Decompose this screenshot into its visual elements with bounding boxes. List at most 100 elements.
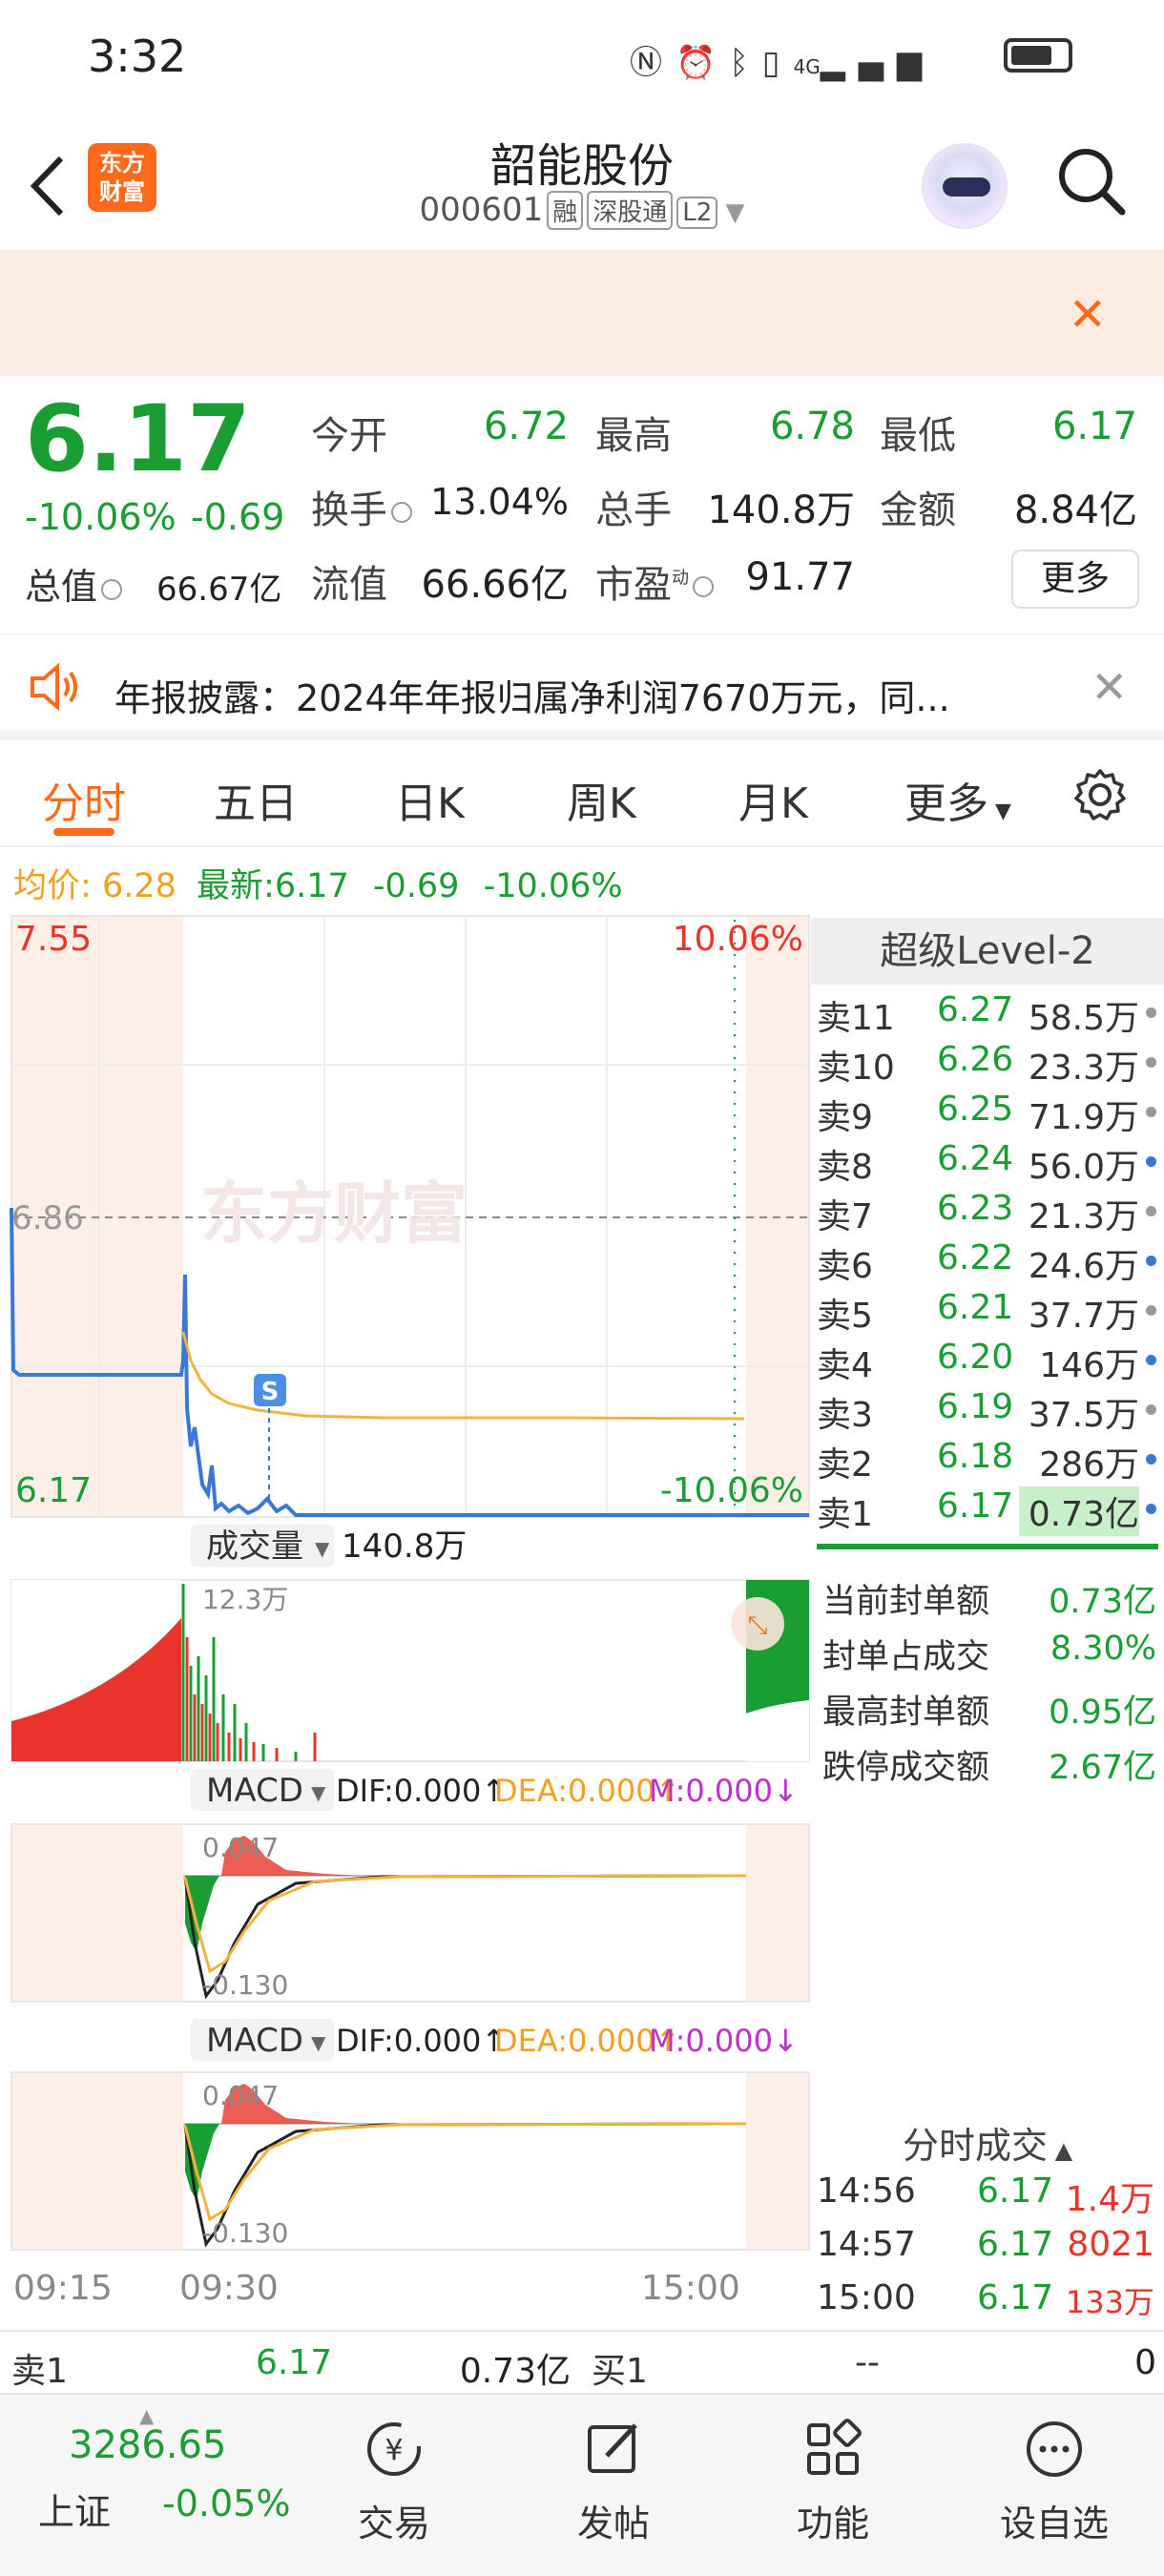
ask-level: 卖10	[817, 1049, 895, 1088]
caret-down-icon: ▼	[315, 1537, 330, 1560]
macd1-top-label: 0.047	[202, 1832, 279, 1863]
tag-l2: L2	[676, 197, 718, 229]
tab-intraday[interactable]: 分时	[42, 769, 126, 830]
close-icon[interactable]: ✕	[1091, 661, 1128, 713]
caret-down-icon: ▼	[311, 1781, 326, 1804]
tab-five-day[interactable]: 五日	[214, 769, 298, 830]
collapse-arrows-icon: ⤡	[748, 1611, 768, 1640]
price-summary-line: 均价: 6.28 最新:6.17 -0.69 -10.06%	[13, 867, 623, 905]
mktcap-value: 66.67亿	[156, 571, 282, 609]
nav-trade[interactable]: ¥ 交易	[322, 2418, 466, 2546]
sell-buy-row: 卖1 6.17 0.73亿 买1 -- 0	[0, 2330, 1164, 2395]
macd2-post-shade	[746, 2072, 809, 2250]
ad-banner[interactable]: ✕	[0, 250, 1164, 376]
assistant-robot-icon[interactable]	[922, 143, 1008, 229]
buy1-price: --	[855, 2343, 880, 2382]
close-icon[interactable]: ✕	[1069, 288, 1107, 342]
ask-row[interactable]: 卖6 6.22 24.6万	[811, 1235, 1164, 1286]
open-label: 今开	[311, 414, 387, 458]
gear-icon[interactable]	[1072, 767, 1128, 822]
ask-volume: 58.5万	[1028, 999, 1139, 1038]
news-bar[interactable]: 年报披露：2024年年报归属净利润7670万元，同... ✕	[0, 634, 1164, 740]
mktcap-label[interactable]: 总值	[25, 557, 123, 610]
index-change: -0.05%	[162, 2483, 291, 2524]
index-value[interactable]: 3286.65	[69, 2423, 226, 2467]
ticks-header[interactable]: 分时成交 ▲	[811, 2116, 1164, 2169]
stat-value: 0.95亿	[1049, 1693, 1156, 1732]
s-marker-label: S	[261, 1378, 280, 1406]
ask-row[interactable]: 卖9 6.25 71.9万	[811, 1086, 1164, 1137]
pe-value: 91.77	[745, 555, 855, 599]
tick-vol: 8021	[1067, 2225, 1154, 2264]
ask-price: 6.20	[937, 1338, 1014, 1377]
order-dot-icon	[1146, 1454, 1156, 1465]
sell1-label: 卖1	[11, 2352, 68, 2391]
pe-label[interactable]: 市盈动	[595, 553, 714, 609]
intraday-chart[interactable]: 东方财富 7.55 10.06% 6.86 6.17 -10.06% S 成交量…	[0, 912, 811, 2324]
ask-row[interactable]: 卖4 6.20 146万	[811, 1334, 1164, 1385]
more-dots-icon	[1027, 2421, 1082, 2477]
vibrate-icon: ▯	[761, 44, 794, 82]
ask-price: 6.27	[937, 990, 1014, 1029]
ask-level: 卖2	[817, 1445, 873, 1485]
grid-icon	[807, 2419, 862, 2475]
top-pct-label: 10.06%	[673, 920, 803, 959]
order-dot-icon	[1146, 1504, 1156, 1514]
ask-row[interactable]: 卖3 6.19 37.5万	[811, 1383, 1164, 1435]
tick-time: 14:57	[817, 2225, 916, 2264]
tab-monthly-k[interactable]: 月K	[738, 769, 808, 830]
time-start-label: 09:15	[13, 2269, 113, 2308]
tick-vol: 1.4万	[1065, 2180, 1154, 2219]
seal-stat-row: 当前封单额 0.73亿	[822, 1574, 1156, 1628]
tab-more[interactable]: 更多 ▼	[904, 769, 1011, 830]
nav-post[interactable]: 发帖	[542, 2418, 685, 2546]
macd2-top-label: 0.047	[202, 2080, 279, 2111]
info-icon	[101, 578, 123, 600]
back-button[interactable]	[27, 153, 69, 225]
tag-connect: 深股通	[587, 191, 674, 230]
macd2-bottom-label: -0.130	[202, 2217, 288, 2249]
buy1-volume: 0	[1134, 2343, 1156, 2382]
nav-add-watchlist[interactable]: 设自选	[983, 2418, 1126, 2546]
seal-stat-row: 封单占成交 8.30%	[822, 1630, 1156, 1683]
ask-row[interactable]: 卖5 6.21 37.7万	[811, 1284, 1164, 1336]
ask-price: 6.23	[937, 1189, 1014, 1228]
ask-row[interactable]: 卖2 6.18 286万	[811, 1433, 1164, 1485]
ask-row[interactable]: 卖7 6.23 21.3万	[811, 1185, 1164, 1236]
float-value: 66.66亿	[421, 563, 569, 607]
seal-stat-row: 最高封单额 0.95亿	[822, 1685, 1156, 1738]
ask-row[interactable]: 卖10 6.26 23.3万	[811, 1036, 1164, 1088]
network-label: 4G	[793, 55, 821, 78]
alarm-icon: ⏰	[676, 44, 730, 82]
news-text: 年报披露：2024年年报归属净利润7670万元，同...	[114, 677, 950, 719]
search-icon[interactable]	[1055, 145, 1126, 216]
eastmoney-logo[interactable]: 东方 财富	[88, 143, 156, 212]
nav-functions[interactable]: 功能	[761, 2418, 904, 2546]
order-book-title[interactable]: 超级Level-2	[811, 918, 1164, 985]
ask-volume: 0.73亿	[1019, 1486, 1139, 1536]
more-button[interactable]: 更多	[1011, 550, 1139, 609]
chart-tabs: 分时 五日 日K 周K 月K 更多 ▼	[0, 740, 1164, 847]
order-dot-icon	[1146, 1355, 1156, 1365]
ask-row[interactable]: 卖1 6.17 0.73亿	[811, 1483, 1164, 1536]
stat-label: 跌停成交额	[822, 1749, 990, 1787]
stat-label: 最高封单额	[822, 1693, 990, 1732]
stat-value: 2.67亿	[1049, 1749, 1156, 1787]
tick-row: 14:56 6.17 1.4万	[817, 2171, 1160, 2223]
ask-volume: 37.5万	[1028, 1396, 1139, 1435]
info-icon	[391, 502, 412, 523]
macd2-dea-line	[183, 2122, 747, 2222]
turnover-label[interactable]: 换手	[311, 479, 412, 534]
macd2-pre-shade	[11, 2072, 183, 2250]
tab-daily-k[interactable]: 日K	[395, 769, 465, 830]
stock-code: 000601	[419, 191, 544, 229]
amount-value: 8.84亿	[1013, 488, 1137, 532]
amount-label: 金额	[880, 488, 956, 532]
ask-row[interactable]: 卖11 6.27 58.5万	[811, 987, 1164, 1038]
order-dot-icon	[1146, 1156, 1156, 1167]
ask-row[interactable]: 卖8 6.24 56.0万	[811, 1135, 1164, 1187]
caret-up-icon: ▲	[1047, 2137, 1073, 2164]
svg-text:¥: ¥	[385, 2434, 403, 2467]
low-label: 最低	[880, 414, 956, 458]
tab-weekly-k[interactable]: 周K	[567, 769, 636, 830]
